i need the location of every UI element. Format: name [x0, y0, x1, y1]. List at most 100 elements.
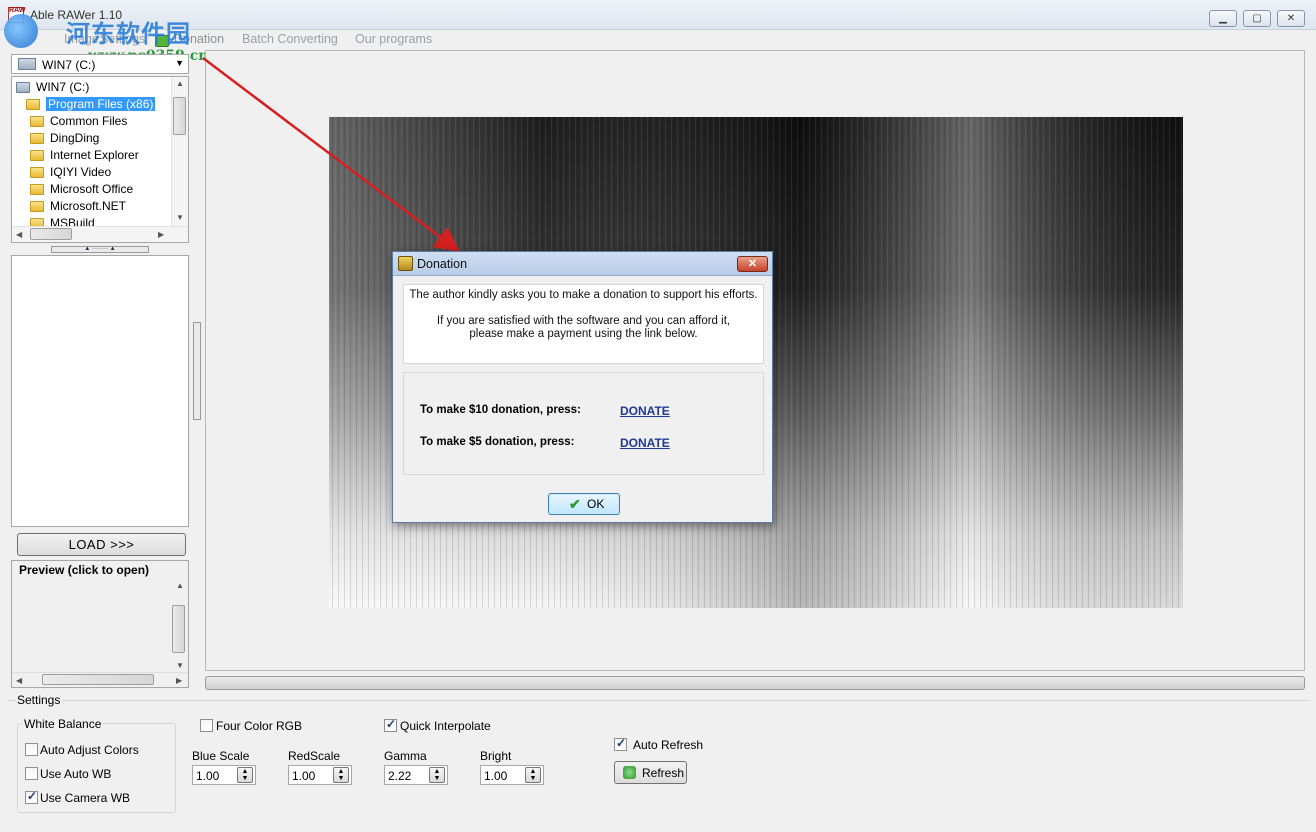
load-button[interactable]: LOAD >>>	[17, 533, 186, 556]
preview-vertical-scrollbar[interactable]: ▲ ▼	[171, 579, 188, 674]
tree-item[interactable]: Internet Explorer	[30, 147, 188, 164]
scroll-down-icon[interactable]: ▼	[176, 213, 184, 222]
donate-panel: To make $10 donation, press: DONATE To m…	[403, 372, 764, 475]
minimize-button[interactable]: ▁	[1209, 10, 1237, 27]
gamma-label: Gamma	[384, 749, 427, 763]
gamma-value: 2.22	[388, 769, 412, 783]
drive-select-value: WIN7 (C:)	[42, 58, 96, 72]
blue-scale-value: 1.00	[196, 769, 220, 783]
auto-refresh-checkbox[interactable]	[614, 736, 627, 751]
use-auto-wb-checkbox[interactable]	[25, 767, 38, 780]
dialog-close-button[interactable]: ✕	[737, 256, 768, 272]
tree-item-label: WIN7 (C:)	[36, 80, 90, 94]
donation-dialog: Donation ✕ The author kindly asks you to…	[392, 251, 773, 523]
quick-interpolate-label: Quick Interpolate	[400, 719, 491, 733]
preview-panel[interactable]: Preview (click to open) ▲ ▼ ◀ ▶	[11, 560, 189, 688]
tree-item-label: IQIYI Video	[50, 165, 112, 179]
dialog-title: Donation	[417, 257, 468, 271]
scroll-down-icon[interactable]: ▼	[176, 661, 184, 670]
folder-icon	[26, 99, 40, 111]
tree-item-label: DingDing	[50, 131, 100, 145]
folder-icon	[30, 116, 44, 128]
horizontal-splitter[interactable]: ▲ ········ ▲	[51, 246, 149, 253]
folder-icon	[30, 150, 44, 162]
tree-item-label: Microsoft Office	[50, 182, 134, 196]
auto-adjust-colors-checkbox[interactable]	[25, 743, 38, 756]
quick-interpolate-checkbox[interactable]	[384, 717, 397, 732]
blue-scale-input[interactable]: 1.00 ▲ ▼	[192, 765, 256, 785]
tree-horizontal-scrollbar[interactable]: ◀ ▶	[12, 226, 188, 242]
settings-legend: Settings	[16, 693, 62, 707]
folder-tree[interactable]: WIN7 (C:) Program Files (x86) Common Fil…	[11, 76, 189, 243]
gamma-input[interactable]: 2.22 ▲ ▼	[384, 765, 448, 785]
scroll-left-icon[interactable]: ◀	[16, 676, 22, 685]
tree-vertical-scrollbar[interactable]: ▲ ▼	[171, 77, 188, 227]
scroll-up-icon[interactable]: ▲	[176, 581, 184, 590]
tree-item-program-files[interactable]: Program Files (x86)	[26, 96, 186, 113]
tree-item-label: Internet Explorer	[50, 148, 139, 162]
tree-item[interactable]: Microsoft Office	[30, 181, 188, 198]
menu-batch-converting[interactable]: Batch Converting	[242, 32, 338, 46]
watermark-logo-icon	[4, 14, 38, 48]
spinner-icon[interactable]: ▲ ▼	[429, 767, 445, 783]
image-horizontal-scrollbar[interactable]	[205, 676, 1305, 690]
message-panel: The author kindly asks you to make a don…	[403, 284, 764, 364]
folder-icon	[30, 201, 44, 213]
message-line: please make a payment using the link bel…	[469, 328, 698, 340]
scroll-right-icon[interactable]: ▶	[158, 230, 164, 239]
scroll-thumb[interactable]	[42, 674, 154, 685]
drive-icon	[18, 58, 36, 70]
use-camera-wb-checkbox[interactable]	[25, 789, 38, 804]
tree-item[interactable]: Common Files	[30, 113, 188, 130]
maximize-button[interactable]: ▢	[1243, 10, 1271, 27]
bright-input[interactable]: 1.00 ▲ ▼	[480, 765, 544, 785]
donate-10-link[interactable]: DONATE	[620, 404, 670, 418]
four-color-rgb-checkbox[interactable]	[200, 719, 213, 732]
message-line: The author kindly asks you to make a don…	[409, 289, 758, 301]
bright-value: 1.00	[484, 769, 508, 783]
use-camera-wb-label: Use Camera WB	[40, 791, 131, 805]
red-scale-value: 1.00	[292, 769, 316, 783]
watermark-title: 河东软件园	[66, 19, 191, 48]
refresh-icon	[623, 766, 636, 779]
donation-dialog-icon	[398, 256, 413, 271]
folder-icon	[30, 133, 44, 145]
scroll-thumb[interactable]	[172, 605, 185, 653]
white-balance-legend: White Balance	[23, 717, 103, 731]
menu-our-programs[interactable]: Our programs	[355, 32, 432, 46]
tree-item[interactable]: DingDing	[30, 130, 188, 147]
close-button[interactable]: ✕	[1277, 10, 1305, 27]
chevron-down-icon[interactable]: ▼	[175, 58, 184, 68]
tree-item-label: Common Files	[50, 114, 128, 128]
file-list[interactable]	[11, 255, 189, 527]
message-line: If you are satisfied with the software a…	[436, 315, 731, 327]
auto-refresh-label: Auto Refresh	[633, 738, 704, 752]
tree-item[interactable]: Microsoft.NET	[30, 198, 188, 215]
spinner-icon[interactable]: ▲ ▼	[237, 767, 253, 783]
vertical-splitter[interactable]	[193, 322, 201, 420]
drive-select[interactable]: WIN7 (C:) ▼	[11, 54, 189, 74]
folder-icon	[30, 167, 44, 179]
tree-item[interactable]: IQIYI Video	[30, 164, 188, 181]
four-color-rgb-label: Four Color RGB	[216, 719, 303, 733]
scroll-thumb[interactable]	[173, 97, 186, 135]
red-scale-label: RedScale	[288, 749, 341, 763]
red-scale-input[interactable]: 1.00 ▲ ▼	[288, 765, 352, 785]
scroll-up-icon[interactable]: ▲	[176, 79, 184, 88]
ok-button[interactable]: ✔ OK	[548, 493, 620, 515]
scroll-right-icon[interactable]: ▶	[176, 676, 182, 685]
donate-5-text: To make $5 donation, press:	[420, 436, 575, 448]
donate-5-link[interactable]: DONATE	[620, 436, 670, 450]
blue-scale-label: Blue Scale	[192, 749, 250, 763]
preview-horizontal-scrollbar[interactable]: ◀ ▶	[12, 672, 188, 687]
spinner-icon[interactable]: ▲ ▼	[333, 767, 349, 783]
spinner-icon[interactable]: ▲ ▼	[525, 767, 541, 783]
tree-item-label: Microsoft.NET	[50, 199, 127, 213]
tree-item-drive[interactable]: WIN7 (C:)	[16, 79, 176, 96]
scroll-thumb[interactable]	[30, 228, 72, 240]
refresh-button[interactable]: Refresh	[614, 761, 687, 784]
checkmark-icon: ✔	[569, 496, 581, 512]
donate-10-text: To make $10 donation, press:	[420, 404, 581, 416]
scroll-left-icon[interactable]: ◀	[16, 230, 22, 239]
use-auto-wb-label: Use Auto WB	[40, 767, 112, 781]
